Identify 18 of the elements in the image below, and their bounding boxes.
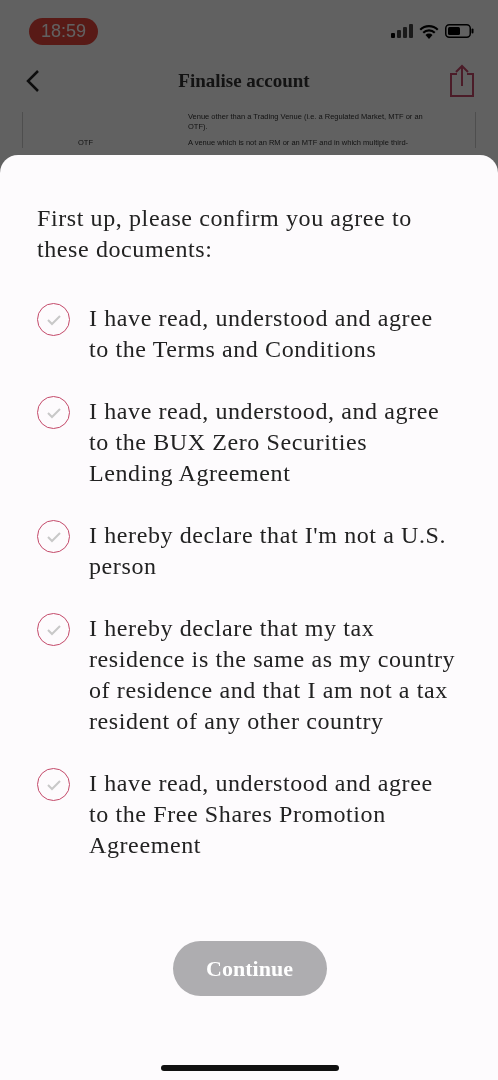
share-button[interactable]	[448, 64, 476, 98]
check-icon	[45, 313, 62, 326]
sheet-heading: First up, please confirm you agree to these documents:	[37, 204, 413, 264]
agreement-text: I have read, understood and agree to the Free Shares Promotion Agreement	[89, 769, 434, 860]
check-icon	[45, 778, 62, 791]
battery-icon	[445, 24, 474, 38]
signal-icon	[391, 24, 413, 38]
agreement-text: I hereby declare that my tax residence is the same as my country of residence and that I am not a tax resident of any other country	[89, 614, 457, 736]
agreement-text: I have read, understood and agree to the Terms and Conditions	[89, 304, 434, 364]
check-icon	[45, 406, 62, 419]
agreement-text: I hereby declare that I'm not a U.S. person	[89, 521, 448, 581]
back-button[interactable]	[26, 69, 40, 93]
agreement-text: I have read, understood, and agree to the BUX Zero Securities Lending Agreement	[89, 397, 441, 488]
status-time: 18:59	[29, 17, 99, 45]
check-icon	[45, 623, 62, 636]
check-icon	[45, 530, 62, 543]
screen-title: Finalise account	[178, 70, 310, 92]
wifi-icon	[419, 23, 439, 39]
